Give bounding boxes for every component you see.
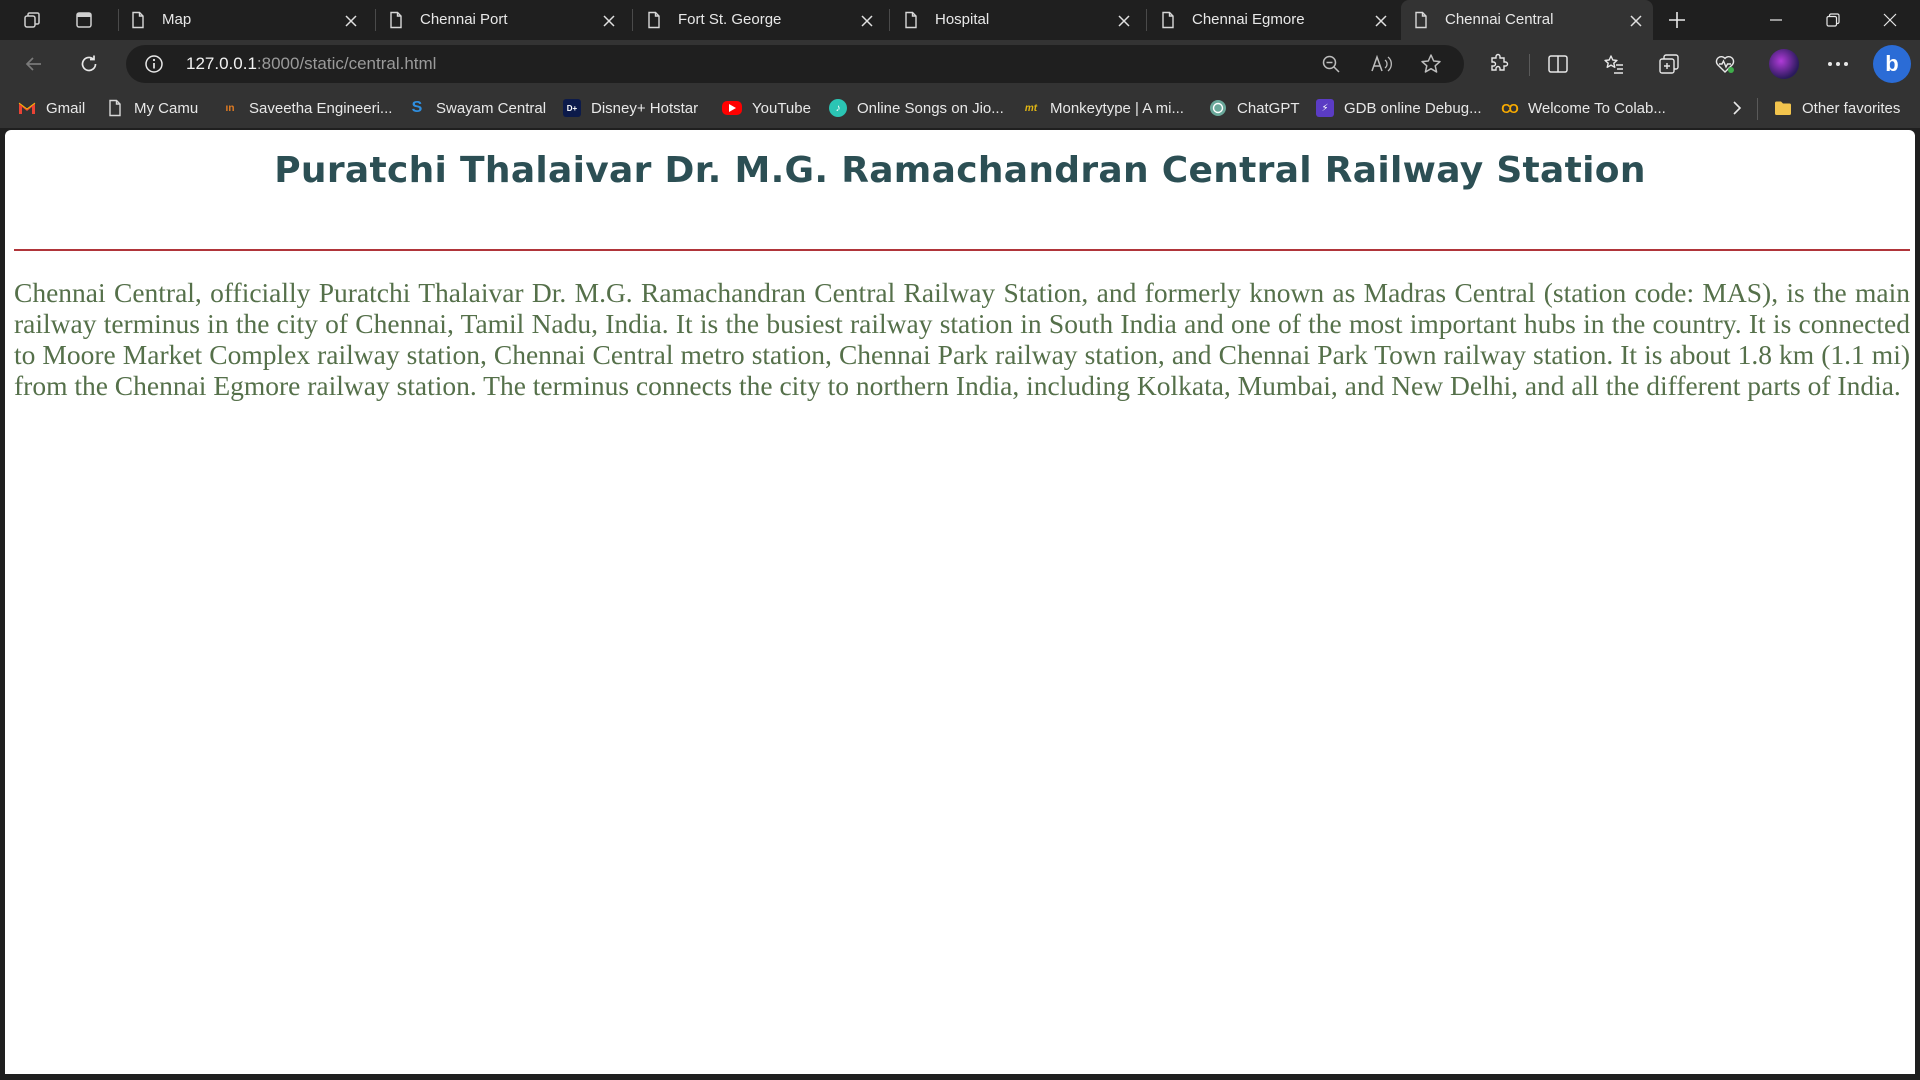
tab-title: Hospital: [935, 11, 990, 28]
bookmark-saveetha[interactable]: ın Saveetha Engineeri...: [221, 96, 393, 120]
bookmark-colab[interactable]: CO Welcome To Colab...: [1500, 96, 1666, 120]
tab-title: Fort St. George: [678, 11, 782, 28]
bookmark-swayam[interactable]: S Swayam Central: [408, 96, 546, 120]
refresh-icon[interactable]: [74, 50, 104, 78]
tab-separator: [1146, 9, 1147, 31]
tab-map[interactable]: Map: [118, 0, 368, 40]
url-path: :8000/static/central.html: [256, 54, 437, 73]
new-tab-icon[interactable]: [1663, 6, 1691, 34]
bookmark-gmail[interactable]: Gmail: [18, 96, 85, 120]
swayam-icon: S: [411, 99, 423, 116]
favorites-icon[interactable]: [1599, 50, 1629, 78]
bookmark-label: Online Songs on Jio...: [857, 99, 1004, 117]
chevron-right-icon[interactable]: [1731, 96, 1743, 120]
url-host: 127.0.0.1: [186, 54, 257, 73]
browser-toolbar: 127.0.0.1:8000/static/central.html b: [0, 40, 1920, 88]
collections-icon[interactable]: [1654, 50, 1684, 78]
chatgpt-icon: [1209, 99, 1227, 117]
read-aloud-icon[interactable]: [1368, 52, 1394, 76]
folder-icon: [1774, 99, 1792, 117]
site-info-icon[interactable]: [144, 54, 164, 74]
bookmark-label: YouTube: [752, 99, 811, 117]
bookmark-youtube[interactable]: YouTube: [722, 96, 811, 120]
tab-chennai-port[interactable]: Chennai Port: [376, 0, 626, 40]
close-icon[interactable]: [340, 10, 362, 32]
extensions-icon[interactable]: [1484, 50, 1514, 78]
bing-copilot-icon[interactable]: b: [1873, 45, 1911, 83]
bookmark-jiosaavn[interactable]: ♪ Online Songs on Jio...: [829, 96, 1004, 120]
saveetha-icon: ın: [225, 102, 235, 114]
bookmark-label: Disney+ Hotstar: [591, 99, 699, 117]
other-favorites-label: Other favorites: [1802, 99, 1901, 117]
favorite-star-icon[interactable]: [1418, 52, 1444, 76]
gdb-icon: ⚡: [1316, 99, 1334, 117]
page-title: Puratchi Thalaivar Dr. M.G. Ramachandran…: [274, 150, 1646, 191]
bookmark-label: Swayam Central: [436, 99, 547, 117]
tab-chennai-central[interactable]: Chennai Central: [1401, 0, 1653, 40]
bookmarks-bar: Gmail My Camu ın Saveetha Engineeri... S…: [0, 88, 1920, 128]
youtube-icon: [722, 101, 742, 115]
close-icon[interactable]: [1113, 10, 1135, 32]
close-icon[interactable]: [856, 10, 878, 32]
tab-strip: Map Chennai Port Fort St. George Hospita…: [0, 0, 1920, 40]
bookmark-gdb[interactable]: ⚡ GDB online Debug...: [1316, 96, 1482, 120]
bookmark-label: ChatGPT: [1237, 99, 1300, 117]
tab-separator: [632, 9, 633, 31]
bookmark-label: Monkeytype | A mi...: [1050, 99, 1184, 117]
page-icon: [388, 11, 404, 33]
more-options-icon[interactable]: [1823, 50, 1853, 78]
browser-essentials-icon[interactable]: [1710, 50, 1740, 78]
page-icon: [1160, 11, 1176, 33]
bookmark-monkeytype[interactable]: mt Monkeytype | A mi...: [1022, 96, 1184, 120]
tab-title: Chennai Port: [420, 11, 508, 28]
page-icon: [646, 11, 662, 33]
tab-separator: [889, 9, 890, 31]
page-icon: [903, 11, 919, 33]
tab-title: Chennai Egmore: [1192, 11, 1305, 28]
bookmark-hotstar[interactable]: D+ Disney+ Hotstar: [563, 96, 698, 120]
tab-hospital[interactable]: Hospital: [891, 0, 1141, 40]
tab-title: Chennai Central: [1445, 11, 1554, 28]
bookmark-label: Welcome To Colab...: [1528, 99, 1666, 117]
vertical-tabs-icon[interactable]: [70, 6, 98, 34]
page-icon: [130, 11, 146, 33]
tab-chennai-egmore[interactable]: Chennai Egmore: [1148, 0, 1398, 40]
toolbar-divider: [1529, 54, 1530, 76]
tab-fort-st-george[interactable]: Fort St. George: [634, 0, 884, 40]
close-window-icon[interactable]: [1862, 0, 1918, 40]
close-icon[interactable]: [1625, 10, 1647, 32]
minimize-icon[interactable]: [1748, 0, 1804, 40]
bookmark-label: My Camu: [134, 99, 199, 117]
bookmark-label: Gmail: [46, 99, 86, 117]
bookmark-my-camu[interactable]: My Camu: [106, 96, 198, 120]
url-text[interactable]: 127.0.0.1:8000/static/central.html: [186, 54, 436, 74]
bookmark-chatgpt[interactable]: ChatGPT: [1209, 96, 1300, 120]
other-favorites[interactable]: Other favorites: [1774, 96, 1900, 120]
page-viewport: Puratchi Thalaivar Dr. M.G. Ramachandran…: [5, 130, 1915, 1074]
hotstar-icon: D+: [563, 99, 581, 117]
jiosaavn-icon: ♪: [829, 99, 847, 117]
zoom-out-icon[interactable]: [1318, 52, 1344, 76]
monkeytype-icon: mt: [1024, 102, 1038, 114]
back-icon[interactable]: [19, 50, 49, 78]
address-bar[interactable]: 127.0.0.1:8000/static/central.html: [126, 45, 1464, 83]
page-icon: [1413, 11, 1429, 33]
gmail-icon: [18, 99, 36, 117]
workspaces-icon[interactable]: [18, 6, 46, 34]
bookmark-label: Saveetha Engineeri...: [249, 99, 393, 117]
bookmark-label: GDB online Debug...: [1344, 99, 1482, 117]
bookmarks-divider: [1757, 98, 1758, 120]
horizontal-rule: [14, 249, 1910, 251]
tab-title: Map: [162, 11, 192, 28]
close-icon[interactable]: [598, 10, 620, 32]
page-paragraph: Chennai Central, officially Puratchi Tha…: [14, 277, 1910, 401]
restore-icon[interactable]: [1805, 0, 1861, 40]
split-screen-icon[interactable]: [1543, 50, 1573, 78]
close-icon[interactable]: [1370, 10, 1392, 32]
page-icon: [106, 99, 124, 117]
avatar[interactable]: [1769, 49, 1799, 79]
colab-icon: CO: [1501, 100, 1519, 116]
